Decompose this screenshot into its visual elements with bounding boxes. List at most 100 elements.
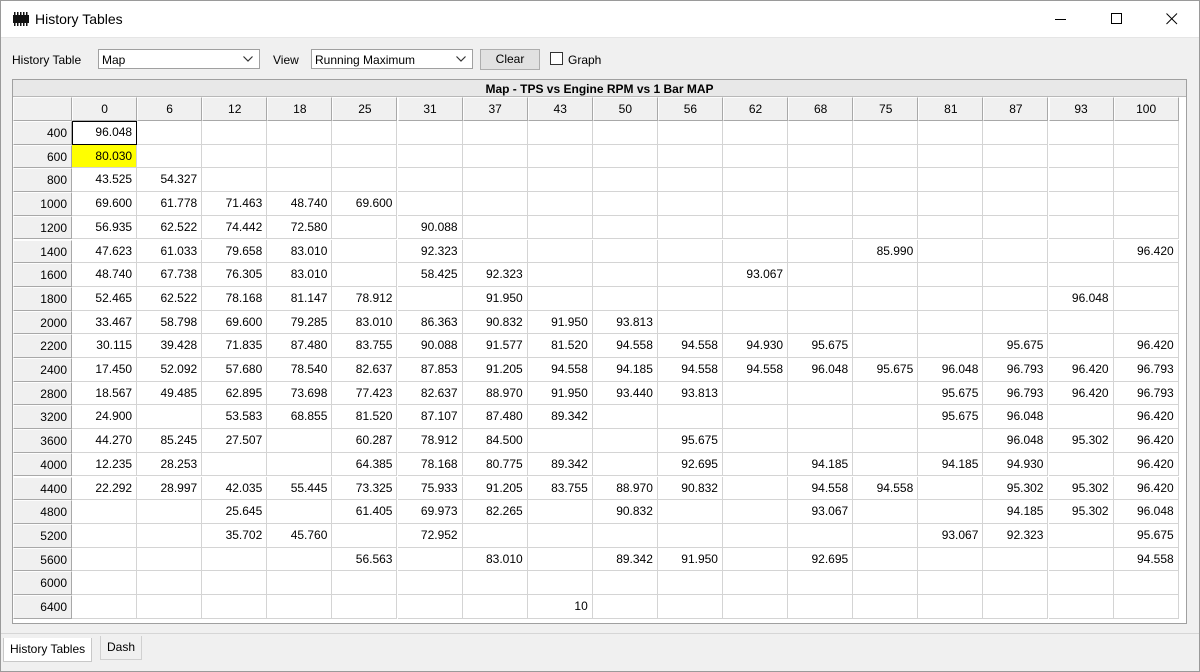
table-cell[interactable]	[527, 547, 593, 572]
table-cell[interactable]	[657, 523, 723, 548]
table-cell[interactable]: 95.302	[983, 476, 1049, 501]
table-cell[interactable]: 87.480	[267, 334, 333, 358]
table-cell[interactable]	[397, 571, 463, 595]
table-cell[interactable]: 80.775	[462, 452, 528, 477]
table-cell[interactable]	[137, 121, 203, 145]
table-cell[interactable]	[788, 381, 854, 406]
table-cell[interactable]: 91.950	[527, 310, 593, 335]
minimize-button[interactable]	[1038, 1, 1084, 37]
table-cell[interactable]: 61.033	[137, 239, 203, 264]
table-cell[interactable]: 94.558	[657, 334, 723, 358]
row-header[interactable]: 1200	[13, 215, 72, 240]
table-cell[interactable]	[788, 286, 854, 311]
history-table-select[interactable]: Map	[98, 49, 260, 69]
row-header[interactable]: 6000	[13, 571, 72, 595]
table-cell[interactable]: 61.405	[332, 500, 398, 524]
table-cell[interactable]: 56.935	[72, 215, 138, 240]
table-cell[interactable]	[332, 571, 398, 595]
table-cell[interactable]	[267, 168, 333, 193]
table-cell[interactable]: 35.702	[202, 523, 268, 548]
table-cell[interactable]	[853, 500, 919, 524]
table-cell[interactable]: 95.675	[918, 381, 984, 406]
table-cell[interactable]: 22.292	[72, 476, 138, 501]
table-cell[interactable]: 76.305	[202, 263, 268, 287]
column-header[interactable]: 100	[1113, 97, 1179, 121]
column-header[interactable]: 31	[397, 97, 463, 121]
table-cell[interactable]: 62.522	[137, 215, 203, 240]
table-cell[interactable]	[72, 547, 138, 572]
table-cell[interactable]: 96.420	[1113, 405, 1179, 430]
table-cell[interactable]	[1048, 192, 1114, 216]
table-cell[interactable]: 79.658	[202, 239, 268, 264]
table-cell[interactable]: 95.302	[1048, 476, 1114, 501]
table-cell[interactable]	[723, 452, 789, 477]
row-header[interactable]: 400	[13, 121, 72, 145]
table-cell[interactable]	[918, 144, 984, 169]
table-cell[interactable]: 39.428	[137, 334, 203, 358]
table-cell[interactable]	[592, 263, 658, 287]
table-cell[interactable]: 93.813	[657, 381, 723, 406]
table-cell[interactable]	[788, 239, 854, 264]
column-header[interactable]: 12	[202, 97, 268, 121]
table-cell[interactable]	[1048, 168, 1114, 193]
table-cell[interactable]: 56.563	[332, 547, 398, 572]
table-cell[interactable]: 55.445	[267, 476, 333, 501]
table-cell[interactable]	[788, 429, 854, 453]
table-cell[interactable]	[788, 144, 854, 169]
table-cell[interactable]	[853, 263, 919, 287]
table-cell[interactable]: 48.740	[72, 263, 138, 287]
table-cell[interactable]: 54.327	[137, 168, 203, 193]
tab-dash[interactable]: Dash	[100, 636, 143, 660]
table-cell[interactable]	[657, 571, 723, 595]
table-cell[interactable]	[723, 571, 789, 595]
view-select[interactable]: Running Maximum	[311, 49, 473, 69]
table-cell[interactable]	[918, 286, 984, 311]
table-cell[interactable]	[918, 168, 984, 193]
table-cell[interactable]	[723, 239, 789, 264]
table-cell[interactable]: 94.185	[592, 358, 658, 382]
table-cell[interactable]: 96.420	[1048, 358, 1114, 382]
table-cell[interactable]	[397, 168, 463, 193]
table-cell[interactable]: 85.990	[853, 239, 919, 264]
table-cell[interactable]	[1048, 334, 1114, 358]
table-cell[interactable]	[1113, 168, 1179, 193]
table-cell[interactable]	[462, 239, 528, 264]
table-cell[interactable]: 69.973	[397, 500, 463, 524]
table-cell[interactable]: 88.970	[462, 381, 528, 406]
table-cell[interactable]: 96.048	[72, 121, 138, 145]
table-cell[interactable]: 95.675	[983, 334, 1049, 358]
table-cell[interactable]: 89.342	[592, 547, 658, 572]
table-cell[interactable]: 88.970	[592, 476, 658, 501]
table-cell[interactable]	[853, 168, 919, 193]
table-cell[interactable]	[918, 500, 984, 524]
table-cell[interactable]	[853, 452, 919, 477]
table-cell[interactable]: 82.265	[462, 500, 528, 524]
table-cell[interactable]	[1048, 215, 1114, 240]
table-cell[interactable]: 78.168	[397, 452, 463, 477]
table-cell[interactable]: 78.912	[397, 429, 463, 453]
table-cell[interactable]: 96.048	[788, 358, 854, 382]
table-cell[interactable]: 91.205	[462, 358, 528, 382]
table-cell[interactable]	[723, 168, 789, 193]
table-cell[interactable]: 81.520	[332, 405, 398, 430]
table-cell[interactable]	[462, 215, 528, 240]
table-cell[interactable]: 72.952	[397, 523, 463, 548]
table-cell[interactable]	[788, 405, 854, 430]
table-cell[interactable]: 75.933	[397, 476, 463, 501]
table-cell[interactable]: 82.637	[332, 358, 398, 382]
table-cell[interactable]: 27.507	[202, 429, 268, 453]
table-cell[interactable]	[397, 192, 463, 216]
table-cell[interactable]	[723, 476, 789, 501]
table-cell[interactable]: 48.740	[267, 192, 333, 216]
table-cell[interactable]: 58.425	[397, 263, 463, 287]
table-cell[interactable]	[723, 381, 789, 406]
table-cell[interactable]: 87.853	[397, 358, 463, 382]
table-cell[interactable]: 25.645	[202, 500, 268, 524]
table-cell[interactable]	[267, 121, 333, 145]
table-cell[interactable]: 96.048	[918, 358, 984, 382]
table-cell[interactable]: 33.467	[72, 310, 138, 335]
table-cell[interactable]	[983, 263, 1049, 287]
table-cell[interactable]	[723, 500, 789, 524]
table-cell[interactable]: 83.010	[267, 239, 333, 264]
table-cell[interactable]: 84.500	[462, 429, 528, 453]
